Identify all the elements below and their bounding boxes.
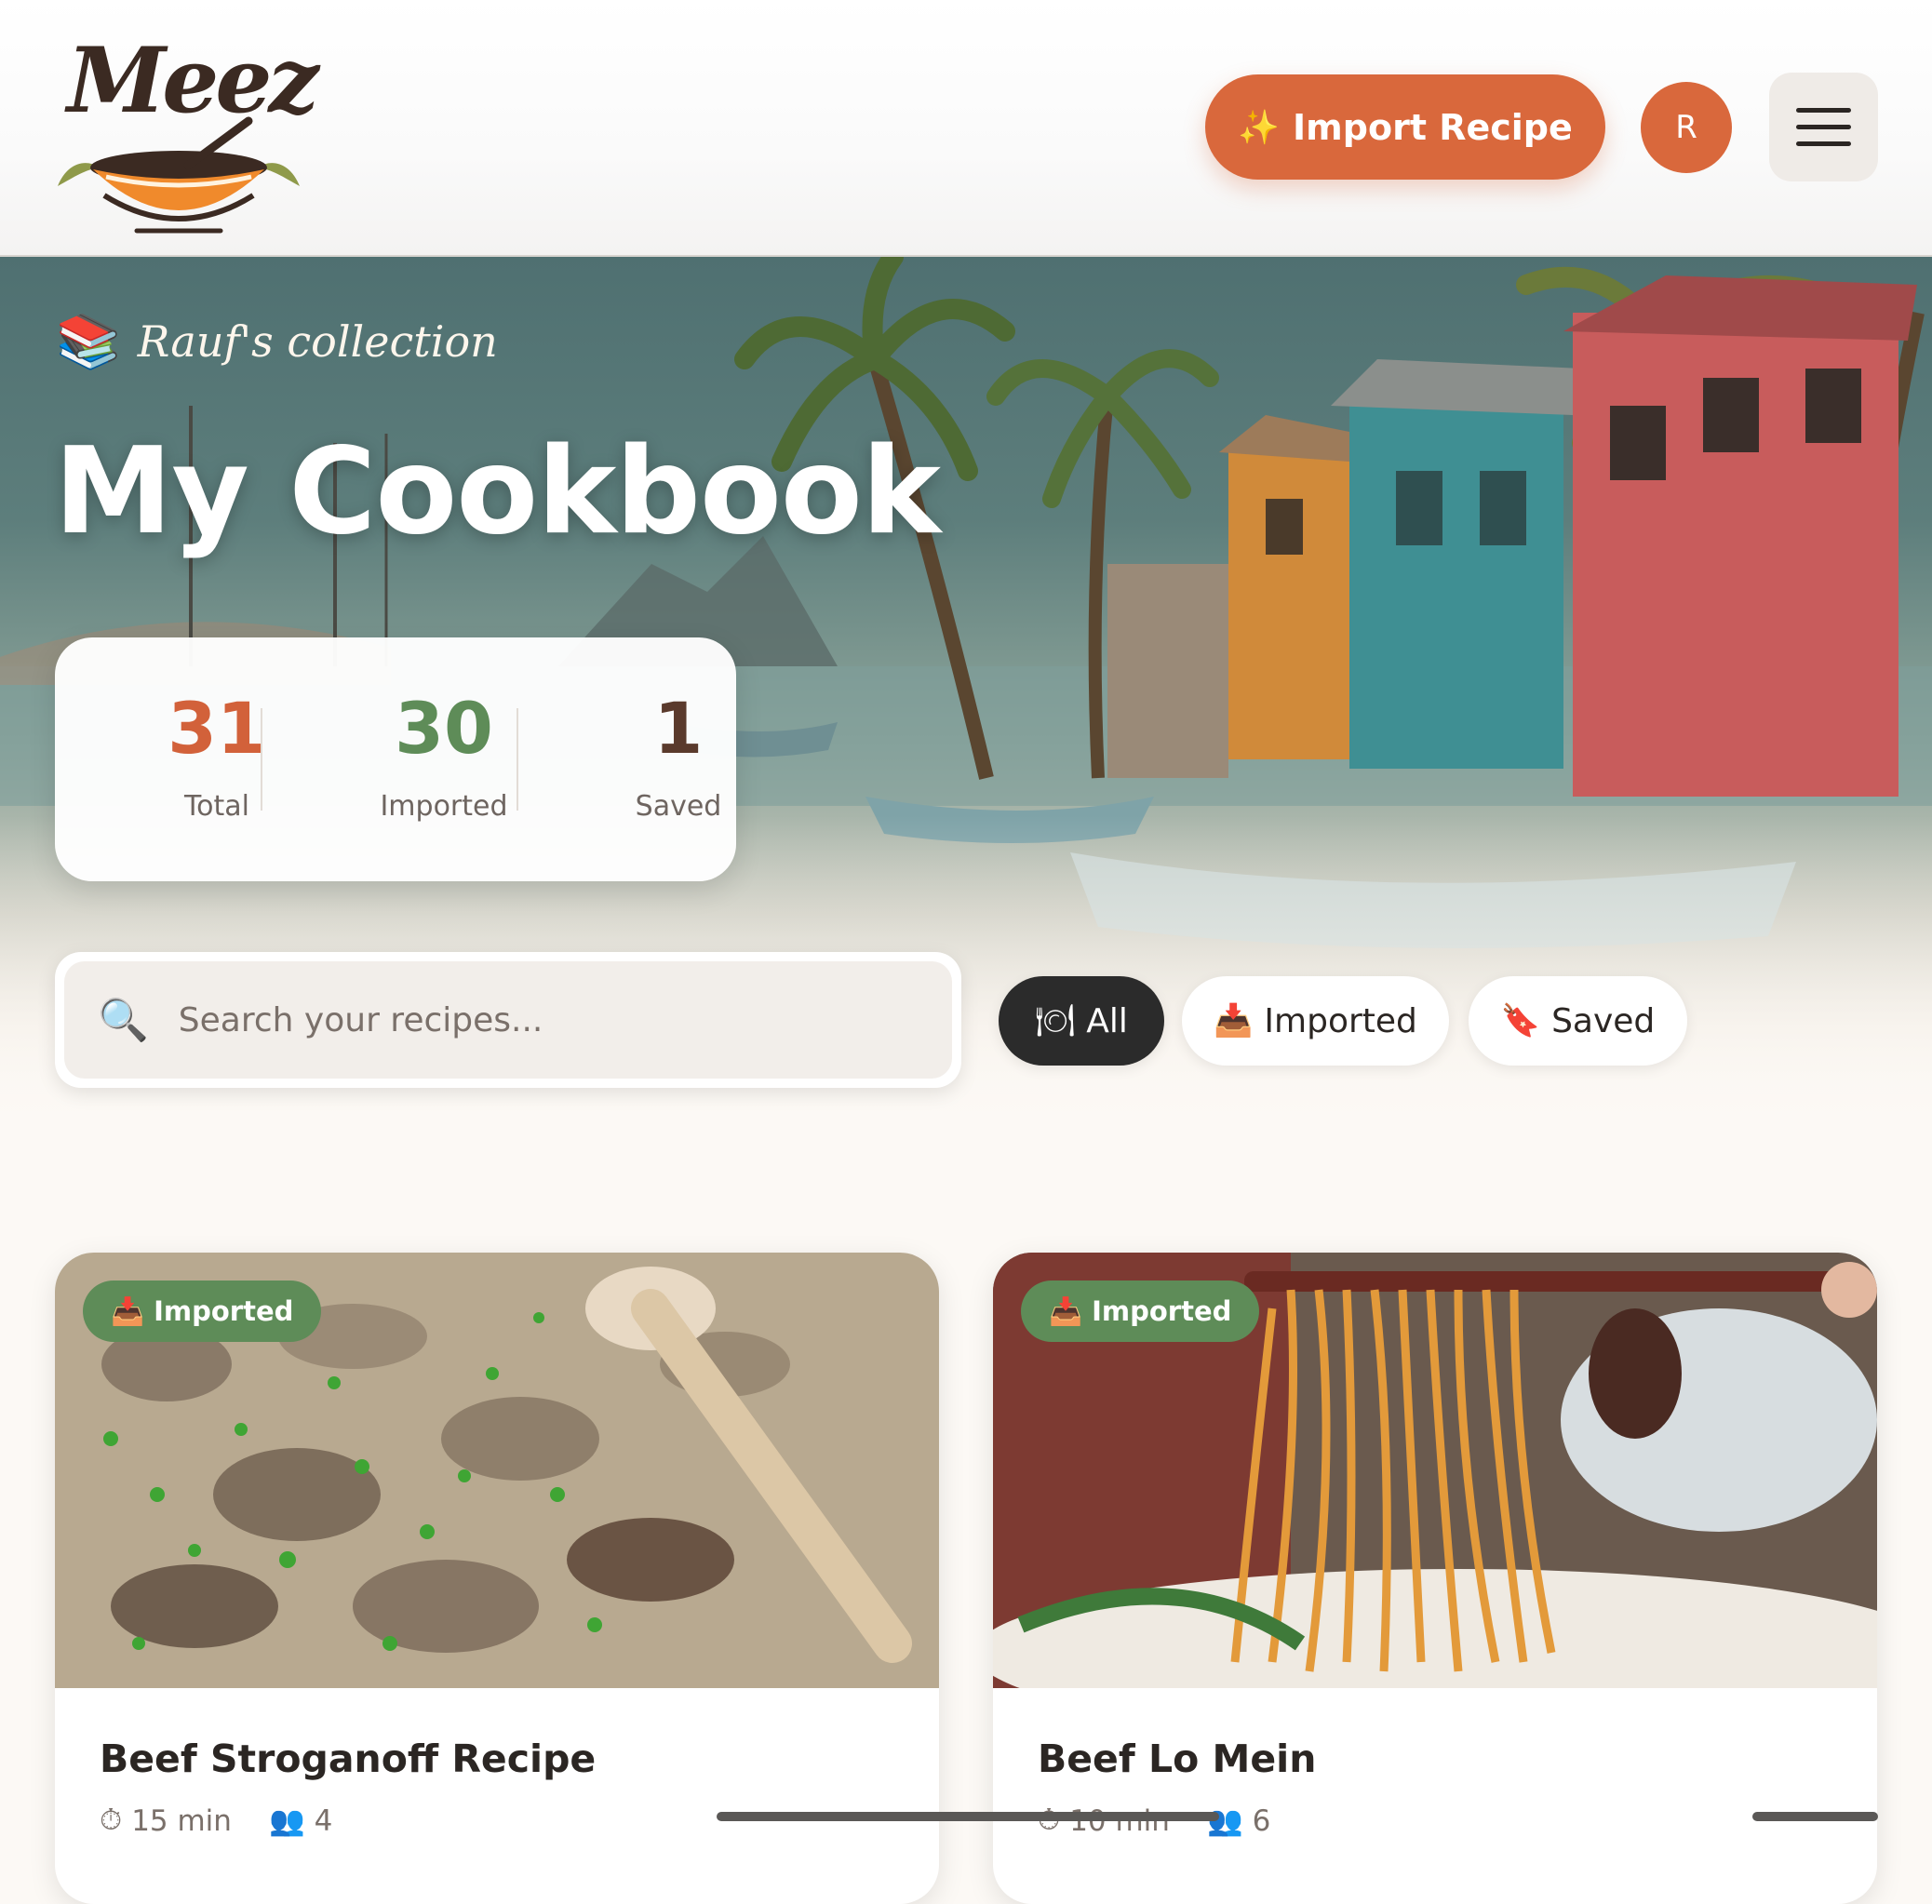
people-icon: 👥 — [268, 1804, 305, 1838]
recipe-title[interactable]: Beef Lo Mein — [1038, 1736, 1316, 1781]
inbox-tray-icon: 📥 — [1049, 1294, 1083, 1327]
recipe-time: ⏱ 15 min — [100, 1803, 232, 1838]
inbox-tray-icon: 📥 — [111, 1294, 145, 1327]
stat-total-label: Total — [183, 790, 250, 823]
scroll-indicator[interactable] — [1752, 1812, 1878, 1821]
recipe-card[interactable]: 📥 Imported Beef Lo Mein ⏱ 10 min 👥 6 — [993, 1253, 1877, 1904]
recipe-card[interactable]: 📥 Imported Beef Stroganoff Recipe ⏱ 15 m… — [55, 1253, 939, 1904]
stat-imported-value: 30 — [395, 687, 493, 770]
search-box: 🔍 — [55, 952, 961, 1088]
sparkles-icon: ✨ — [1238, 108, 1281, 147]
filter-imported-button[interactable]: 📥 Imported — [1182, 976, 1449, 1066]
recipe-servings: 👥 4 — [268, 1803, 333, 1839]
import-recipe-button[interactable]: ✨ Import Recipe — [1205, 74, 1605, 180]
collection-label: Rauf's collection — [137, 316, 498, 367]
stats-card: 31 Total 30 Imported 1 Saved — [55, 637, 736, 881]
books-icon: 📚 — [56, 312, 121, 372]
collection-header: 📚 Rauf's collection — [56, 311, 498, 372]
filter-all-label: All — [1086, 1001, 1128, 1040]
stat-imported: 30 Imported — [342, 687, 546, 824]
filter-all-button[interactable]: 🍽 All — [999, 976, 1164, 1066]
hero-banner: 📚 Rauf's collection My Cookbook 31 Total… — [0, 257, 1932, 1132]
stat-saved: 1 Saved — [576, 687, 781, 824]
hamburger-line — [1796, 141, 1851, 146]
recipe-servings-value: 6 — [1252, 1803, 1271, 1838]
stopwatch-icon: ⏱ — [100, 1803, 123, 1837]
import-recipe-label: Import Recipe — [1293, 106, 1573, 148]
stat-imported-label: Imported — [380, 790, 508, 823]
bowl-logo-icon — [58, 116, 300, 234]
recipe-servings-value: 4 — [314, 1803, 333, 1838]
stat-saved-value: 1 — [653, 687, 704, 770]
hamburger-line — [1796, 125, 1851, 129]
menu-button[interactable] — [1769, 73, 1878, 181]
magnifier-icon: 🔍 — [98, 997, 149, 1044]
horizontal-scrollbar[interactable] — [717, 1812, 1219, 1821]
recipe-time-value: 15 min — [131, 1803, 232, 1838]
badge-label: Imported — [154, 1295, 294, 1327]
user-avatar[interactable]: R — [1641, 82, 1732, 173]
filter-saved-button[interactable]: 🔖 Saved — [1469, 976, 1687, 1066]
imported-badge: 📥 Imported — [1021, 1281, 1260, 1342]
stat-total: 31 Total — [114, 687, 319, 824]
recipe-title[interactable]: Beef Stroganoff Recipe — [100, 1736, 596, 1781]
recipe-meta: ⏱ 15 min 👥 4 — [100, 1803, 332, 1838]
app-header: Meez ✨ Import Recipe R — [0, 0, 1932, 257]
stat-divider — [517, 708, 518, 811]
search-field[interactable]: 🔍 — [64, 961, 952, 1079]
hamburger-menu-icon — [1796, 108, 1851, 113]
meez-logo[interactable]: Meez — [48, 28, 319, 234]
stat-total-value: 31 — [168, 687, 266, 770]
filter-imported-label: Imported — [1264, 1001, 1417, 1040]
page-title: My Cookbook — [54, 422, 941, 561]
imported-badge: 📥 Imported — [83, 1281, 322, 1342]
search-input[interactable] — [176, 999, 906, 1040]
bookmark-icon: 🔖 — [1500, 1002, 1541, 1039]
stat-saved-label: Saved — [635, 790, 722, 823]
stat-divider — [261, 708, 262, 811]
plate-icon: 🍽 — [1035, 1002, 1076, 1039]
badge-label: Imported — [1092, 1295, 1232, 1327]
recipe-servings: 👥 6 — [1207, 1803, 1271, 1839]
inbox-tray-icon: 📥 — [1214, 1002, 1254, 1039]
filter-saved-label: Saved — [1551, 1001, 1656, 1040]
